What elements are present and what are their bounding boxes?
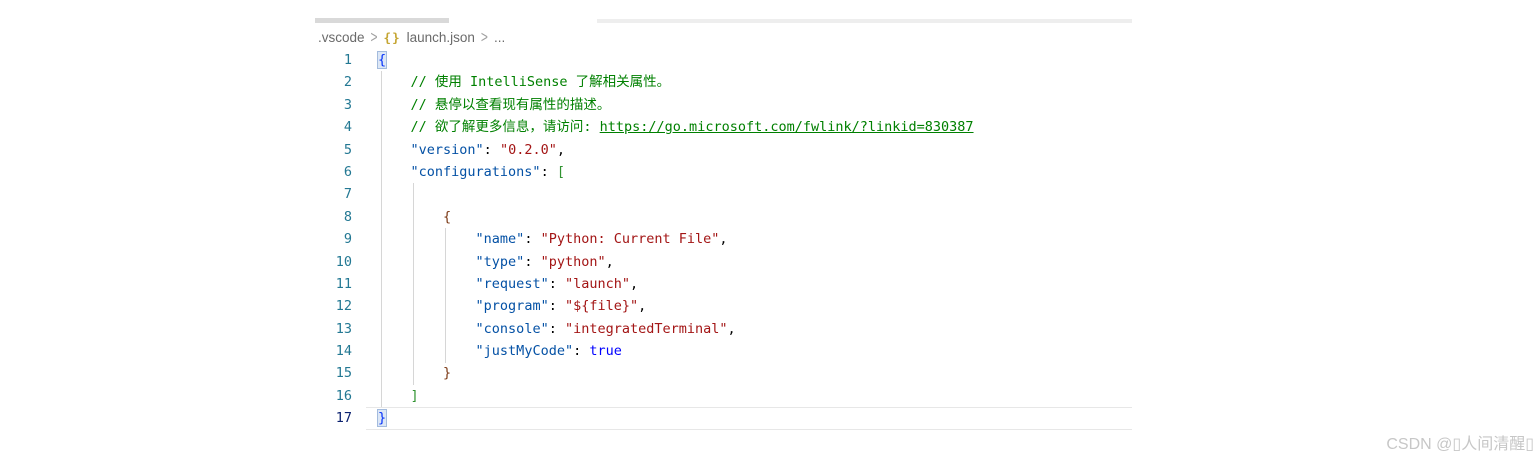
- code-token: :: [524, 231, 541, 248]
- line-number: 1: [343, 52, 352, 68]
- code-token: "${file}": [564, 298, 639, 315]
- code-token: ,: [605, 253, 614, 270]
- code-token: "Python: Current File": [540, 231, 720, 248]
- json-file-icon: {}: [383, 29, 401, 45]
- line-number: 3: [343, 96, 352, 113]
- code-line: "justMyCode": true: [378, 340, 974, 362]
- code-token: "type": [475, 253, 525, 270]
- line-number: 2: [343, 74, 352, 91]
- code-line: }: [378, 362, 974, 384]
- code-token: :: [540, 163, 557, 180]
- code-line: "version": "0.2.0",: [378, 139, 974, 161]
- line-number: 16: [335, 387, 352, 404]
- breadcrumb-file[interactable]: launch.json: [407, 30, 475, 45]
- line-number: 13: [335, 320, 352, 337]
- comment-link[interactable]: https://go.microsoft.com/fwlink/?linkid=…: [600, 119, 974, 135]
- code-token: "configurations": [410, 163, 541, 180]
- code-token: }: [443, 365, 452, 382]
- code-token: ,: [719, 231, 728, 248]
- code-line: // 悬停以查看现有属性的描述。: [378, 94, 974, 116]
- line-number-gutter: 1 2 3 4 5 6 7 8 9 10 11 12 13 14 15 16 17: [315, 49, 352, 430]
- code-token: "0.2.0": [499, 141, 557, 158]
- code-line: }: [376, 407, 974, 429]
- code-token: :: [548, 298, 565, 315]
- code-token: "version": [410, 141, 484, 158]
- code-line: // 欲了解更多信息，请访问: https://go.microsoft.com…: [378, 116, 974, 138]
- code-line: "type": "python",: [378, 251, 974, 273]
- code-token: ,: [556, 141, 565, 158]
- code-line: "program": "${file}",: [378, 295, 974, 317]
- code-line: "console": "integratedTerminal",: [378, 318, 974, 340]
- watermark: CSDN @▯人间清醒▯: [1386, 436, 1534, 453]
- code-line: ]: [378, 385, 974, 407]
- code-token: "launch": [564, 275, 630, 292]
- code-line: "request": "launch",: [378, 273, 974, 295]
- tab-strip-fragment-right: [597, 19, 1132, 23]
- code-line: {: [376, 49, 974, 71]
- code-token: true: [589, 343, 622, 360]
- code-line: "name": "Python: Current File",: [378, 228, 974, 250]
- line-number: 8: [343, 208, 352, 225]
- code-token: "request": [475, 275, 549, 292]
- code-token: }: [376, 409, 388, 428]
- breadcrumb-symbol-tail[interactable]: ...: [494, 30, 505, 45]
- chevron-right-icon: >: [370, 27, 378, 47]
- code-token: :: [548, 275, 565, 292]
- code-token: "console": [475, 320, 549, 337]
- code-token: "justMyCode": [475, 343, 574, 360]
- line-number: 15: [335, 365, 352, 382]
- code-token: :: [573, 343, 590, 360]
- code-token: "name": [475, 231, 525, 248]
- code-token: // 悬停以查看现有属性的描述。: [410, 96, 611, 113]
- line-number: 10: [335, 253, 352, 270]
- code-token: ,: [638, 298, 647, 315]
- code-token: {: [443, 208, 452, 225]
- code-token: ,: [727, 320, 736, 337]
- line-number: 6: [343, 163, 352, 180]
- line-number: 4: [343, 119, 352, 136]
- code-line: // 使用 IntelliSense 了解相关属性。: [378, 71, 974, 93]
- code-token: ]: [410, 387, 419, 404]
- breadcrumb-folder[interactable]: .vscode: [318, 30, 365, 45]
- code-token: // 欲了解更多信息，请访问:: [410, 119, 600, 136]
- code-token: "python": [540, 253, 606, 270]
- line-number: 11: [335, 275, 352, 292]
- line-number: 14: [335, 343, 352, 360]
- code-token: :: [483, 141, 500, 158]
- code-token: :: [524, 253, 541, 270]
- line-number: 17: [335, 410, 352, 427]
- code-token: ,: [630, 275, 639, 292]
- code-token: "program": [475, 298, 549, 315]
- line-number: 7: [343, 186, 352, 203]
- code-editor[interactable]: { // 使用 IntelliSense 了解相关属性。 // 悬停以查看现有属…: [376, 49, 974, 430]
- code-line: {: [378, 206, 974, 228]
- code-token: "integratedTerminal": [564, 320, 728, 337]
- code-token: // 使用 IntelliSense 了解相关属性。: [410, 74, 671, 91]
- chevron-right-icon: >: [480, 27, 488, 47]
- code-line: "configurations": [: [378, 161, 974, 183]
- line-number: 9: [343, 231, 352, 248]
- code-token: {: [376, 51, 388, 69]
- line-number: 12: [335, 298, 352, 315]
- code-token: :: [548, 320, 565, 337]
- tab-strip-fragment-left: [315, 18, 449, 23]
- code-token: [: [556, 163, 565, 180]
- line-number: 5: [343, 141, 352, 158]
- breadcrumb: .vscode > {} launch.json > ...: [318, 27, 505, 47]
